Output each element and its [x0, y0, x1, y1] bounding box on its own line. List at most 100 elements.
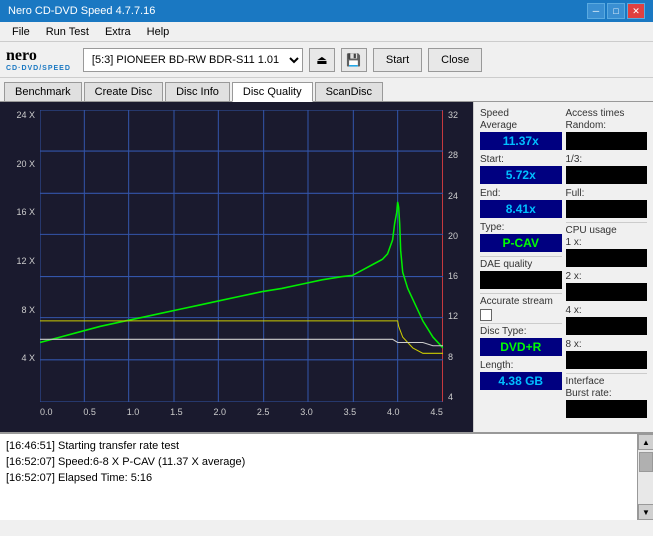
two-x-label: 2 x:: [566, 271, 648, 282]
x-3.0: 3.0: [300, 407, 313, 417]
disc-type-label: Disc Type:: [480, 326, 562, 337]
title-bar: Nero CD-DVD Speed 4.7.7.16 ─ □ ✕: [0, 0, 653, 22]
log-area: [16:46:51] Starting transfer rate test […: [0, 432, 653, 520]
title-bar-buttons: ─ □ ✕: [587, 3, 645, 19]
burst-rate-value: [566, 400, 648, 418]
tab-bar: Benchmark Create Disc Disc Info Disc Qua…: [0, 78, 653, 102]
yr-4: 4: [448, 392, 453, 402]
type-label: Type:: [480, 222, 562, 233]
access-column: Access times Random: 1/3: Full: CPU usag…: [566, 108, 648, 422]
yr-28: 28: [448, 150, 458, 160]
burst-rate-label: Burst rate:: [566, 388, 648, 399]
drive-selector[interactable]: [5:3] PIONEER BD-RW BDR-S11 1.01: [83, 48, 303, 72]
eight-x-value: [566, 351, 648, 369]
scrollbar-track[interactable]: [638, 450, 653, 504]
y-label-12: 12 X: [16, 256, 35, 266]
one-third-value: [566, 166, 648, 184]
yr-20: 20: [448, 231, 458, 241]
dae-quality-value: [480, 271, 562, 289]
y-label-4: 4 X: [21, 353, 35, 363]
start-button[interactable]: Start: [373, 48, 422, 72]
log-content: [16:46:51] Starting transfer rate test […: [0, 434, 637, 520]
length-label: Length:: [480, 360, 562, 371]
nero-logo-subtitle: CD·DVD/SPEED: [6, 65, 71, 72]
chart-area: 24 X 20 X 16 X 12 X 8 X 4 X 32 28 24 20 …: [0, 102, 473, 432]
accurate-stream-checkbox[interactable]: [480, 309, 492, 321]
full-label: Full:: [566, 188, 648, 199]
y-label-24: 24 X: [16, 110, 35, 120]
disc-type-value: DVD+R: [480, 338, 562, 356]
tab-disc-quality[interactable]: Disc Quality: [232, 82, 313, 102]
two-x-value: [566, 283, 648, 301]
chart-svg: [40, 110, 443, 402]
x-0.5: 0.5: [83, 407, 96, 417]
scrollbar-up-button[interactable]: ▲: [638, 434, 653, 450]
accurate-stream-checkbox-row: [480, 309, 562, 321]
maximize-button[interactable]: □: [607, 3, 625, 19]
panel-columns: Speed Average 11.37x Start: 5.72x End: 8…: [480, 108, 647, 422]
y-axis-right: 32 28 24 20 16 12 8 4: [445, 110, 473, 402]
toolbar: nero CD·DVD/SPEED [5:3] PIONEER BD-RW BD…: [0, 42, 653, 78]
menu-runtest[interactable]: Run Test: [38, 24, 97, 40]
one-x-value: [566, 249, 648, 267]
divider5: [566, 373, 648, 374]
scrollbar-down-button[interactable]: ▼: [638, 504, 653, 520]
save-button[interactable]: 💾: [341, 48, 367, 72]
minimize-button[interactable]: ─: [587, 3, 605, 19]
menu-extra[interactable]: Extra: [97, 24, 139, 40]
x-4.0: 4.0: [387, 407, 400, 417]
start-label: Start:: [480, 154, 562, 165]
tab-create-disc[interactable]: Create Disc: [84, 82, 163, 101]
yr-16: 16: [448, 271, 458, 281]
log-entry-0: [16:46:51] Starting transfer rate test: [6, 438, 631, 454]
divider2: [480, 293, 562, 294]
x-1.0: 1.0: [127, 407, 140, 417]
four-x-value: [566, 317, 648, 335]
log-entry-2: [16:52:07] Elapsed Time: 5:16: [6, 470, 631, 486]
tab-scandisc[interactable]: ScanDisc: [315, 82, 383, 101]
divider3: [480, 323, 562, 324]
log-scrollbar: ▲ ▼: [637, 434, 653, 520]
end-value: 8.41x: [480, 200, 562, 218]
four-x-label: 4 x:: [566, 305, 648, 316]
type-value: P-CAV: [480, 234, 562, 252]
scrollbar-thumb[interactable]: [639, 452, 653, 472]
tab-disc-info[interactable]: Disc Info: [165, 82, 230, 101]
x-axis-bottom: 0.0 0.5 1.0 1.5 2.0 2.5 3.0 3.5 4.0 4.5: [40, 404, 443, 432]
dae-quality-label: DAE quality: [480, 259, 562, 270]
divider4: [566, 222, 648, 223]
y-label-16: 16 X: [16, 207, 35, 217]
divider1: [480, 256, 562, 257]
menu-file[interactable]: File: [4, 24, 38, 40]
access-times-title: Access times: [566, 108, 648, 119]
title-text: Nero CD-DVD Speed 4.7.7.16: [8, 5, 587, 17]
menu-bar: File Run Test Extra Help: [0, 22, 653, 42]
x-1.5: 1.5: [170, 407, 183, 417]
x-2.5: 2.5: [257, 407, 270, 417]
toolbar-close-button[interactable]: Close: [428, 48, 482, 72]
nero-logo: nero CD·DVD/SPEED: [6, 47, 71, 72]
one-x-label: 1 x:: [566, 237, 648, 248]
random-label: Random:: [566, 120, 648, 131]
x-0.0: 0.0: [40, 407, 53, 417]
cpu-usage-label: CPU usage: [566, 225, 648, 236]
menu-help[interactable]: Help: [139, 24, 178, 40]
eject-button[interactable]: ⏏: [309, 48, 335, 72]
length-value: 4.38 GB: [480, 372, 562, 390]
y-label-20: 20 X: [16, 159, 35, 169]
x-4.5: 4.5: [430, 407, 443, 417]
random-value: [566, 132, 648, 150]
tab-benchmark[interactable]: Benchmark: [4, 82, 82, 101]
y-label-8: 8 X: [21, 305, 35, 315]
log-entry-1: [16:52:07] Speed:6-8 X P-CAV (11.37 X av…: [6, 454, 631, 470]
nero-logo-text: nero: [6, 47, 71, 65]
x-3.5: 3.5: [344, 407, 357, 417]
yr-24: 24: [448, 191, 458, 201]
average-label: Average: [480, 120, 562, 131]
speed-column: Speed Average 11.37x Start: 5.72x End: 8…: [480, 108, 562, 422]
x-2.0: 2.0: [214, 407, 227, 417]
start-value: 5.72x: [480, 166, 562, 184]
close-window-button[interactable]: ✕: [627, 3, 645, 19]
eight-x-label: 8 x:: [566, 339, 648, 350]
y-axis-left: 24 X 20 X 16 X 12 X 8 X 4 X: [0, 110, 38, 402]
